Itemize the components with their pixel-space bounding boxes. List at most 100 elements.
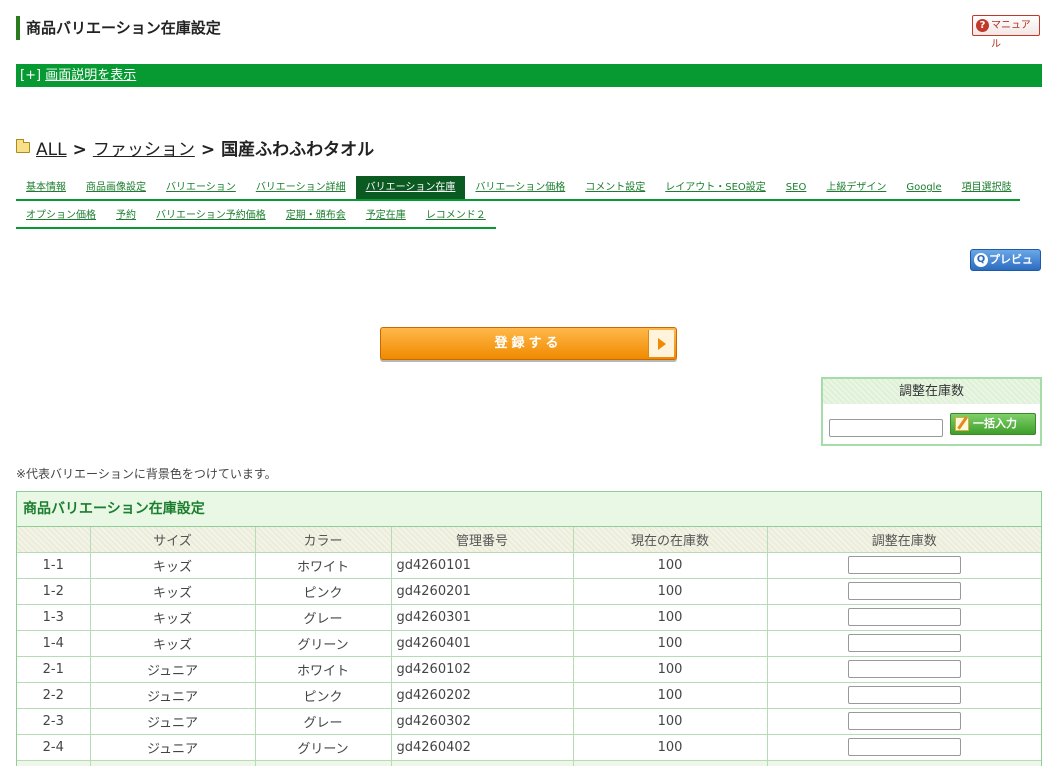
tab-option-price[interactable]: オプション価格 bbox=[16, 204, 106, 227]
cell-size: ジュニア bbox=[90, 656, 256, 683]
cell-code: gd4260401 bbox=[391, 630, 574, 657]
cell-index: 1-2 bbox=[17, 578, 91, 605]
stock-table: サイズ カラー 管理番号 現在の在庫数 調整在庫数 1-1 キッズ ホワイト g… bbox=[17, 527, 1041, 766]
breadcrumb: ALL > ファッション > 国産ふわふわタオル bbox=[16, 138, 374, 162]
tab-layout-seo[interactable]: レイアウト・SEO設定 bbox=[655, 176, 776, 199]
cell-adjust bbox=[767, 734, 1041, 761]
cell-adjust bbox=[767, 552, 1041, 579]
table-row: 1-2 キッズ ピンク gd4260201 100 bbox=[17, 578, 1041, 605]
tab-variation-price[interactable]: バリエーション価格 bbox=[465, 176, 575, 199]
table-header-row: サイズ カラー 管理番号 現在の在庫数 調整在庫数 bbox=[17, 527, 1041, 553]
bulk-adjust-box: 調整在庫数 一括入力 bbox=[821, 377, 1042, 446]
stock-table-title: 商品バリエーション在庫設定 bbox=[17, 492, 1041, 527]
manual-label: マニュアル bbox=[991, 20, 1031, 50]
cell-index: 1-3 bbox=[17, 604, 91, 631]
cell-code: gd4260102 bbox=[391, 656, 574, 683]
tab-basic-info[interactable]: 基本情報 bbox=[16, 176, 76, 199]
tab-google[interactable]: Google bbox=[896, 176, 951, 199]
tab-variation-detail[interactable]: バリエーション詳細 bbox=[246, 176, 356, 199]
column-header-adjust-stock: 調整在庫数 bbox=[767, 527, 1041, 553]
cell-color: ピンク bbox=[255, 578, 392, 605]
cell-current-stock: 100 bbox=[573, 552, 768, 579]
tab-variation[interactable]: バリエーション bbox=[156, 176, 246, 199]
breadcrumb-item-fashion[interactable]: ファッション bbox=[93, 140, 195, 160]
tab-planned-stock[interactable]: 予定在庫 bbox=[356, 204, 416, 227]
cell-adjust bbox=[767, 604, 1041, 631]
pencil-icon bbox=[955, 417, 969, 431]
table-row: 2-1 ジュニア ホワイト gd4260102 100 bbox=[17, 656, 1041, 683]
table-row: 2-2 ジュニア ピンク gd4260202 100 bbox=[17, 682, 1041, 709]
cell-color: グレー bbox=[255, 708, 392, 735]
tab-item-options[interactable]: 項目選択肢 bbox=[952, 176, 1022, 199]
cell-index: 1-4 bbox=[17, 630, 91, 657]
cell-code: gd4260302 bbox=[391, 708, 574, 735]
tab-reservation[interactable]: 予約 bbox=[106, 204, 146, 227]
cell-current-stock: 100 bbox=[573, 656, 768, 683]
tab-subscription[interactable]: 定期・頒布会 bbox=[276, 204, 356, 227]
adjust-stock-input[interactable] bbox=[847, 712, 961, 730]
table-row: 1-3 キッズ グレー gd4260301 100 bbox=[17, 604, 1041, 631]
cell-current-stock: 100 bbox=[573, 682, 768, 709]
cell-current-stock bbox=[573, 760, 768, 766]
bulk-adjust-input[interactable] bbox=[829, 419, 943, 437]
bulk-input-button[interactable]: 一括入力 bbox=[950, 413, 1036, 435]
preview-button[interactable]: Q プレビュー bbox=[970, 249, 1041, 286]
register-button[interactable]: 登録する bbox=[380, 327, 677, 360]
cell-current-stock: 100 bbox=[573, 734, 768, 761]
cell-index: 2-3 bbox=[17, 708, 91, 735]
cell-size: ジュニア bbox=[90, 734, 256, 761]
cell-size: キッズ bbox=[90, 630, 256, 657]
cell-code bbox=[391, 760, 574, 766]
cell-code: gd4260101 bbox=[391, 552, 574, 579]
help-toggle-prefix[interactable]: [+] bbox=[20, 68, 41, 83]
column-header-index bbox=[17, 527, 91, 553]
adjust-stock-input[interactable] bbox=[847, 582, 961, 600]
preview-label: プレビュー bbox=[989, 253, 1033, 286]
cell-adjust bbox=[767, 656, 1041, 683]
adjust-stock-input[interactable] bbox=[847, 660, 961, 678]
tab-variation-stock[interactable]: バリエーション在庫 bbox=[355, 176, 466, 199]
cell-size: キッズ bbox=[90, 578, 256, 605]
bulk-adjust-title: 調整在庫数 bbox=[823, 379, 1040, 404]
cell-index: 2-2 bbox=[17, 682, 91, 709]
cell-code: gd4260202 bbox=[391, 682, 574, 709]
adjust-stock-input[interactable] bbox=[847, 608, 961, 626]
cell-adjust bbox=[767, 682, 1041, 709]
cell-current-stock: 100 bbox=[573, 708, 768, 735]
table-row: 1-4 キッズ グリーン gd4260401 100 bbox=[17, 630, 1041, 657]
adjust-stock-input[interactable] bbox=[847, 634, 961, 652]
tabs-row-1: 基本情報 商品画像設定 バリエーション バリエーション詳細 バリエーション在庫 … bbox=[16, 176, 1020, 201]
help-bar: [+] 画面説明を表示 bbox=[16, 64, 1042, 87]
breadcrumb-item-all[interactable]: ALL bbox=[36, 140, 67, 160]
cell-code: gd4260402 bbox=[391, 734, 574, 761]
help-toggle-link[interactable]: 画面説明を表示 bbox=[45, 68, 136, 83]
cell-adjust bbox=[767, 760, 1041, 766]
play-arrow-icon bbox=[658, 338, 666, 350]
cell-code: gd4260201 bbox=[391, 578, 574, 605]
cell-color: ホワイト bbox=[255, 552, 392, 579]
tab-seo[interactable]: SEO bbox=[776, 176, 817, 199]
tab-recommend2[interactable]: レコメンド２ bbox=[416, 204, 496, 227]
folder-icon bbox=[16, 139, 30, 153]
tab-variation-reservation-price[interactable]: バリエーション予約価格 bbox=[146, 204, 276, 227]
adjust-stock-input[interactable] bbox=[847, 738, 961, 756]
register-label: 登録する bbox=[494, 336, 563, 351]
help-question-icon: ? bbox=[976, 19, 989, 32]
manual-button[interactable]: ? マニュアル bbox=[972, 15, 1040, 50]
bulk-input-label: 一括入力 bbox=[973, 417, 1017, 430]
cell-code: gd4260301 bbox=[391, 604, 574, 631]
tab-advanced-design[interactable]: 上級デザイン bbox=[816, 176, 896, 199]
cell-index bbox=[17, 760, 91, 766]
tab-product-image[interactable]: 商品画像設定 bbox=[76, 176, 156, 199]
adjust-stock-input[interactable] bbox=[847, 556, 961, 574]
breadcrumb-separator: > bbox=[200, 140, 216, 160]
cell-size: キッズ bbox=[90, 604, 256, 631]
adjust-stock-input[interactable] bbox=[847, 686, 961, 704]
register-arrow-box bbox=[648, 330, 674, 357]
cell-color: グリーン bbox=[255, 630, 392, 657]
column-header-size: サイズ bbox=[90, 527, 256, 553]
tab-comment[interactable]: コメント設定 bbox=[575, 176, 655, 199]
cell-current-stock: 100 bbox=[573, 630, 768, 657]
stock-table-panel: 商品バリエーション在庫設定 サイズ カラー 管理番号 現在の在庫数 調整在庫数 … bbox=[16, 491, 1042, 766]
table-row: 2-3 ジュニア グレー gd4260302 100 bbox=[17, 708, 1041, 735]
